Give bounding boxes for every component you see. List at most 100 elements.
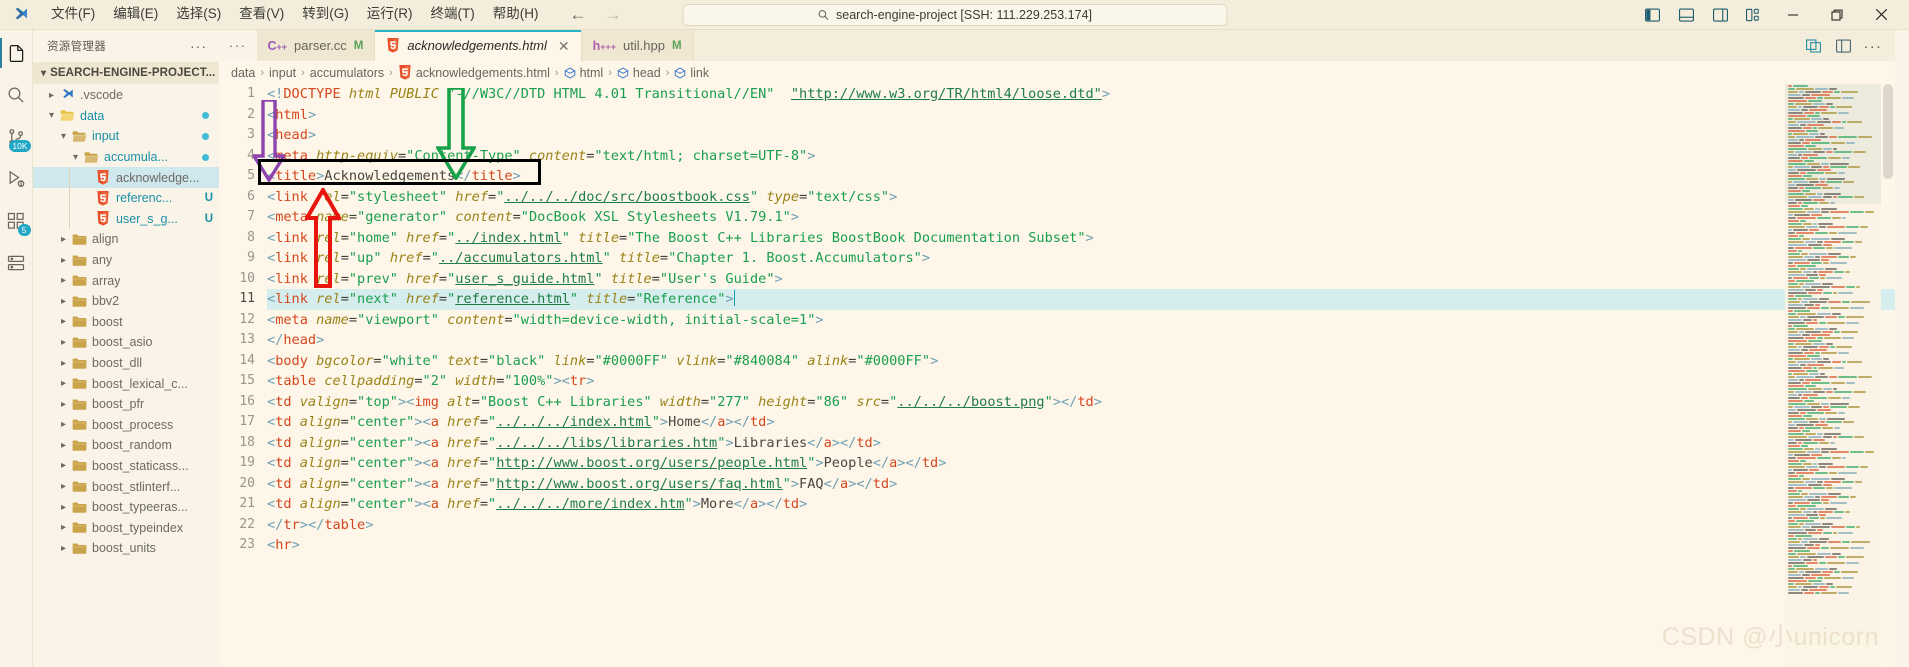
menu-help[interactable]: 帮助(H) [484, 3, 548, 25]
tree-item-boost_units[interactable]: ▸ boost_units [33, 538, 219, 559]
tree-item-referenc[interactable]: referenc... U [33, 187, 219, 209]
code-content[interactable]: <!DOCTYPE html PUBLIC "-//W3C//DTD HTML … [265, 84, 1895, 667]
code-line[interactable]: <td align="center"><a href="../../../lib… [267, 433, 1895, 454]
more-actions-icon[interactable]: ··· [1859, 30, 1887, 61]
tab-util-hpp[interactable]: h+++ util.hpp M [581, 30, 694, 61]
search-icon[interactable] [0, 74, 33, 116]
code-line[interactable]: <body bgcolor="white" text="black" link=… [267, 351, 1895, 372]
code-line[interactable]: <link rel="stylesheet" href="../../../do… [267, 187, 1895, 208]
chevron-right-icon[interactable]: ▸ [57, 378, 70, 389]
toggle-primary-sidebar-icon[interactable] [1635, 0, 1669, 30]
tree-item-boost_asio[interactable]: ▸ boost_asio [33, 332, 219, 353]
code-line[interactable]: </head> [267, 330, 1895, 351]
source-control-icon[interactable]: 10K [0, 116, 33, 158]
code-editor[interactable]: 1 2 3 4 5 6 7 8 9 10 11 12 13 14 15 16 17 18 19 20 21 22 23 <!… [219, 84, 1895, 667]
code-line[interactable]: <html> [267, 105, 1895, 126]
code-line[interactable]: <td valign="top"><img alt="Boost C++ Lib… [267, 392, 1895, 413]
menu-run[interactable]: 运行(R) [358, 3, 422, 25]
toggle-secondary-sidebar-icon[interactable] [1703, 0, 1737, 30]
code-line[interactable]: <meta http-equiv="Content-Type" content=… [267, 146, 1895, 167]
code-line[interactable]: <td align="center"><a href="../../../mor… [267, 494, 1895, 515]
tree-item-boost_typeeras[interactable]: ▸ boost_typeeras... [33, 497, 219, 518]
chevron-right-icon[interactable]: ▸ [57, 275, 70, 286]
breadcrumb[interactable]: data › input › accumulators › acknowledgements… [219, 61, 1895, 84]
run-and-debug-icon[interactable] [0, 158, 33, 200]
command-center-search[interactable]: search-engine-project [SSH: 111.229.253.… [682, 3, 1227, 26]
explorer-more-actions-icon[interactable]: ··· [190, 38, 215, 54]
close-button[interactable] [1859, 0, 1903, 30]
chevron-right-icon[interactable]: ▸ [57, 358, 70, 369]
menu-edit[interactable]: 编辑(E) [104, 3, 167, 25]
tree-item-align[interactable]: ▸ align [33, 229, 219, 250]
tree-item-any[interactable]: ▸ any [33, 250, 219, 271]
code-line[interactable]: <td align="center"><a href="http://www.b… [267, 453, 1895, 474]
chevron-right-icon[interactable]: ▸ [57, 337, 70, 348]
explorer-icon[interactable] [0, 32, 33, 74]
tree-item-boost_stlinterf[interactable]: ▸ boost_stlinterf... [33, 476, 219, 497]
tree-item-user_s_g[interactable]: user_s_g... U [33, 208, 219, 230]
open-changes-icon[interactable] [1829, 30, 1857, 61]
chevron-right-icon[interactable]: ▸ [57, 255, 70, 266]
chevron-right-icon[interactable]: ▸ [57, 234, 70, 245]
code-line[interactable]: <head> [267, 125, 1895, 146]
code-line[interactable]: <meta name="generator" content="DocBook … [267, 207, 1895, 228]
tree-item-boost_dll[interactable]: ▸ boost_dll [33, 353, 219, 374]
chevron-right-icon[interactable]: ▸ [45, 90, 58, 101]
chevron-right-icon[interactable]: ▸ [57, 419, 70, 430]
chevron-right-icon[interactable]: ▸ [57, 316, 70, 327]
chevron-right-icon[interactable]: ▸ [57, 460, 70, 471]
chevron-right-icon[interactable]: ▸ [57, 440, 70, 451]
chevron-right-icon[interactable]: ▸ [57, 522, 70, 533]
file-tree[interactable]: ▸ .vscode ▾ data ▾ input ▾ accumula... acknowled… [33, 84, 219, 667]
code-line[interactable]: <link rel="prev" href="user_s_guide.html… [267, 269, 1895, 290]
menu-terminal[interactable]: 终端(T) [422, 3, 484, 25]
tree-item-boost_process[interactable]: ▸ boost_process [33, 415, 219, 436]
go-back-icon[interactable]: ← [570, 6, 587, 23]
chevron-right-icon[interactable]: ▸ [57, 543, 70, 554]
menu-selection[interactable]: 选择(S) [167, 3, 230, 25]
chevron-down-icon[interactable]: ▾ [69, 152, 82, 163]
menu-bar[interactable]: 文件(F) 编辑(E) 选择(S) 查看(V) 转到(G) 运行(R) 终端(T… [42, 3, 548, 25]
tree-item-boost[interactable]: ▸ boost [33, 312, 219, 333]
menu-view[interactable]: 查看(V) [230, 3, 293, 25]
breadcrumb-item-accumulators[interactable]: accumulators [310, 66, 384, 80]
breadcrumb-item-head[interactable]: head [617, 66, 661, 80]
close-icon[interactable]: ✕ [558, 39, 570, 53]
tree-item-accumula[interactable]: ▾ accumula... [33, 147, 219, 168]
breadcrumb-item-acknowledgementshtml[interactable]: acknowledgements.html [398, 65, 550, 80]
tree-item-boost_random[interactable]: ▸ boost_random [33, 435, 219, 456]
code-line[interactable]: <!DOCTYPE html PUBLIC "-//W3C//DTD HTML … [267, 84, 1895, 105]
code-line[interactable]: <meta name="viewport" content="width=dev… [267, 310, 1895, 331]
extensions-icon[interactable]: 5 [0, 200, 33, 242]
minimap[interactable] [1785, 84, 1881, 667]
menu-go[interactable]: 转到(G) [293, 3, 358, 25]
breadcrumb-item-link[interactable]: link [674, 66, 709, 80]
chevron-right-icon[interactable]: ▸ [57, 296, 70, 307]
code-line[interactable]: <td align="center"><a href="http://www.b… [267, 474, 1895, 495]
customize-layout-icon[interactable] [1737, 0, 1771, 30]
toggle-panel-icon[interactable] [1669, 0, 1703, 30]
code-line[interactable]: <title>Acknowledgements</title> [267, 166, 1895, 187]
tabs-overflow-dots[interactable]: ··· [219, 30, 257, 61]
chevron-right-icon[interactable]: ▸ [57, 502, 70, 513]
code-line[interactable]: <link rel="up" href="../accumulators.htm… [267, 248, 1895, 269]
tree-item-data[interactable]: ▾ data [33, 106, 219, 127]
tree-item-boost_staticass[interactable]: ▸ boost_staticass... [33, 456, 219, 477]
code-line[interactable]: </tr></table> [267, 515, 1895, 536]
split-editor-icon[interactable] [1799, 30, 1827, 61]
tab-acknowledgements-html[interactable]: acknowledgements.html ✕ [375, 30, 582, 61]
editor-vertical-scrollbar[interactable] [1881, 84, 1895, 667]
tree-item-acknowledge[interactable]: acknowledge... [33, 167, 219, 188]
chevron-down-icon[interactable]: ▾ [57, 131, 70, 142]
breadcrumb-item-data[interactable]: data [231, 66, 255, 80]
remote-explorer-icon[interactable] [0, 242, 33, 284]
workspace-root-row[interactable]: ▾ SEARCH-ENGINE-PROJECT... [33, 62, 219, 84]
code-line[interactable]: <link rel="next" href="reference.html" t… [267, 289, 1895, 310]
tree-item-array[interactable]: ▸ array [33, 270, 219, 291]
chevron-down-icon[interactable]: ▾ [45, 110, 58, 121]
code-line[interactable]: <td align="center"><a href="../../../ind… [267, 412, 1895, 433]
tree-item-bbv2[interactable]: ▸ bbv2 [33, 291, 219, 312]
chevron-right-icon[interactable]: ▸ [57, 481, 70, 492]
tree-item-input[interactable]: ▾ input [33, 126, 219, 147]
menu-file[interactable]: 文件(F) [42, 3, 104, 25]
